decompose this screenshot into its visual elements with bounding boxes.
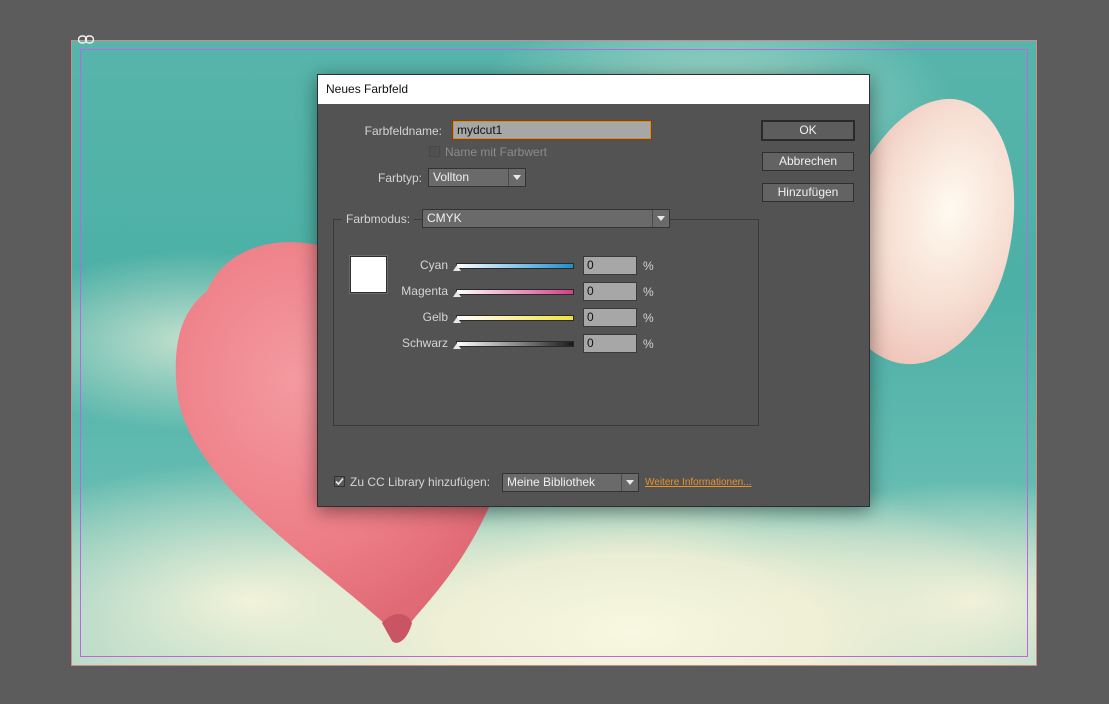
channel-value-input-magenta[interactable]: 0 bbox=[583, 282, 637, 301]
name-with-value-label: Name mit Farbwert bbox=[445, 145, 548, 159]
more-info-link[interactable]: Weitere Informationen... bbox=[645, 477, 752, 488]
channel-label-cyan: Cyan bbox=[419, 258, 448, 272]
slider-thumb[interactable] bbox=[453, 265, 461, 271]
color-mode-label: Farbmodus: bbox=[342, 212, 415, 226]
chevron-down-icon bbox=[652, 210, 669, 227]
channel-slider-cyan[interactable] bbox=[456, 263, 574, 269]
channel-unit-label: % bbox=[643, 259, 654, 273]
slider-thumb[interactable] bbox=[453, 343, 461, 349]
add-button[interactable]: Hinzufügen bbox=[762, 183, 854, 202]
color-type-dropdown[interactable]: Vollton bbox=[428, 168, 526, 187]
channel-label-gelb: Gelb bbox=[422, 310, 448, 324]
channel-value-input-cyan[interactable]: 0 bbox=[583, 256, 637, 275]
cc-library-dropdown[interactable]: Meine Bibliothek bbox=[502, 473, 639, 492]
new-swatch-dialog: Neues Farbfeld Farbfeldname: mydcut1 Nam… bbox=[317, 74, 870, 507]
channel-slider-schwarz[interactable] bbox=[456, 341, 574, 347]
cc-library-value: Meine Bibliothek bbox=[507, 475, 596, 489]
slider-thumb[interactable] bbox=[453, 317, 461, 323]
link-icon[interactable] bbox=[78, 35, 94, 44]
dialog-title: Neues Farbfeld bbox=[318, 75, 869, 104]
swatch-name-input[interactable]: mydcut1 bbox=[453, 121, 651, 139]
channel-unit-label: % bbox=[643, 285, 654, 299]
name-with-value-checkbox[interactable] bbox=[429, 146, 440, 157]
slider-thumb[interactable] bbox=[453, 291, 461, 297]
channel-label-schwarz: Schwarz bbox=[401, 336, 448, 350]
checkbox-check-icon bbox=[335, 477, 344, 486]
add-to-cc-library-label: Zu CC Library hinzufügen: bbox=[350, 475, 491, 489]
swatch-name-label: Farbfeldname: bbox=[364, 124, 442, 138]
cancel-button[interactable]: Abbrechen bbox=[762, 152, 854, 171]
color-type-label: Farbtyp: bbox=[377, 171, 422, 185]
channel-label-magenta: Magenta bbox=[401, 284, 448, 298]
chevron-down-icon bbox=[508, 169, 525, 186]
color-mode-dropdown[interactable]: CMYK bbox=[422, 209, 670, 228]
chevron-down-icon bbox=[621, 474, 638, 491]
channel-value-input-schwarz[interactable]: 0 bbox=[583, 334, 637, 353]
channel-value-input-gelb[interactable]: 0 bbox=[583, 308, 637, 327]
channel-unit-label: % bbox=[643, 311, 654, 325]
color-type-value: Vollton bbox=[433, 170, 470, 184]
add-to-cc-library-checkbox[interactable] bbox=[334, 476, 345, 487]
channel-unit-label: % bbox=[643, 337, 654, 351]
ok-button[interactable]: OK bbox=[761, 120, 855, 141]
color-mode-value: CMYK bbox=[427, 211, 462, 225]
channel-slider-gelb[interactable] bbox=[456, 315, 574, 321]
channel-slider-magenta[interactable] bbox=[456, 289, 574, 295]
